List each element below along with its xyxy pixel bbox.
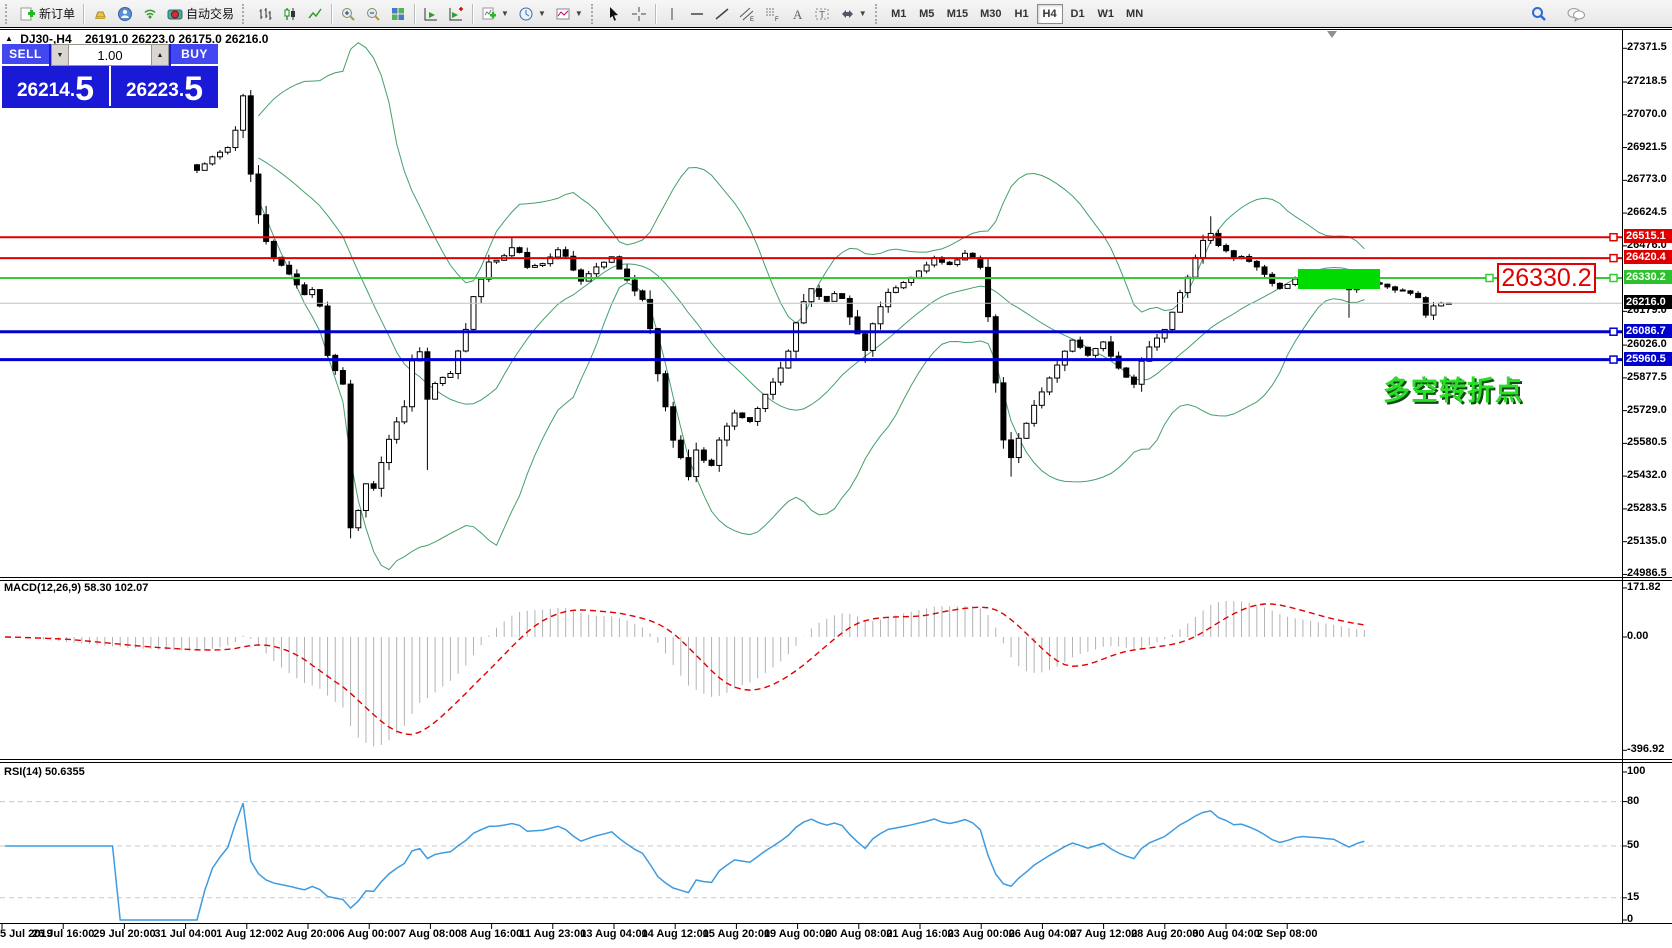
autotrade-label: 自动交易	[186, 7, 235, 21]
candle-chart-icon	[282, 6, 298, 22]
auto-scroll-icon	[423, 6, 439, 22]
sell-button[interactable]: SELL	[2, 44, 49, 66]
horizontal-line-button[interactable]	[685, 2, 709, 26]
vertical-line-icon	[664, 6, 680, 22]
chevron-down-icon: ▼	[537, 9, 546, 18]
volume-stepper: ▼ 1.00 ▲	[49, 44, 171, 66]
timeframe-button-mn[interactable]: MN	[1121, 4, 1148, 24]
collapse-arrow-icon[interactable]: ▲	[5, 34, 13, 43]
chat-icon	[1566, 6, 1586, 22]
vertical-line-button[interactable]	[660, 2, 684, 26]
channel-button[interactable]: E	[735, 2, 759, 26]
autotrade-icon	[167, 6, 183, 22]
line-chart-icon	[307, 6, 323, 22]
zoom-in-icon	[340, 6, 356, 22]
auto-scroll-button[interactable]	[419, 2, 443, 26]
cursor-button[interactable]	[602, 2, 626, 26]
autotrading-button[interactable]: 自动交易	[163, 2, 238, 26]
bar-chart-icon	[257, 6, 273, 22]
text-button[interactable]: A	[785, 2, 809, 26]
arrows-icon	[839, 6, 855, 22]
cursor-icon	[606, 6, 622, 22]
text-icon: A	[789, 6, 805, 22]
bar-chart-button[interactable]	[253, 2, 277, 26]
price-annotation-box[interactable]: 26330.2	[1497, 263, 1596, 293]
chevron-down-icon: ▼	[574, 9, 583, 18]
new-order-label: 新订单	[39, 7, 76, 21]
tile-windows-icon	[390, 6, 406, 22]
chat-button[interactable]	[1562, 2, 1590, 26]
pivot-annotation-text[interactable]: 多空转折点	[1383, 369, 1523, 408]
chevron-down-icon: ▼	[858, 9, 867, 18]
signals-icon	[142, 6, 158, 22]
buy-price[interactable]: 26223. 5	[111, 66, 218, 106]
search-icon	[1530, 5, 1548, 23]
timeframe-button-m15[interactable]: M15	[942, 4, 973, 24]
volume-decrease-button[interactable]: ▼	[51, 44, 69, 66]
svg-text:T: T	[819, 10, 825, 21]
zoom-out-icon	[365, 6, 381, 22]
buy-button[interactable]: BUY	[171, 44, 218, 66]
timeframe-button-m30[interactable]: M30	[975, 4, 1006, 24]
channel-icon: E	[739, 6, 755, 22]
search-button[interactable]	[1526, 2, 1552, 26]
fibonacci-icon: F	[764, 6, 780, 22]
timeframe-toolbar: M1 M5 M15 M30 H1 H4 D1 W1 MN	[886, 3, 1148, 24]
sell-price[interactable]: 26214. 5	[2, 66, 111, 106]
one-click-trade-panel: SELL ▼ 1.00 ▲ BUY 26214. 5 26223. 5	[2, 44, 218, 108]
svg-text:A: A	[793, 7, 803, 22]
chart-shift-icon	[448, 6, 464, 22]
new-order-icon	[20, 6, 36, 22]
new-order-button[interactable]: 新订单	[16, 2, 79, 26]
svg-text:F: F	[775, 17, 779, 22]
arrows-button[interactable]: ▼	[835, 2, 871, 26]
line-chart-button[interactable]	[303, 2, 327, 26]
volume-increase-button[interactable]: ▲	[151, 44, 169, 66]
timeframe-button-m1[interactable]: M1	[886, 4, 912, 24]
toolbar-grip[interactable]	[5, 3, 12, 24]
crosshair-icon	[631, 6, 647, 22]
new-chart-button[interactable]: ▼	[477, 2, 513, 26]
tile-windows-button[interactable]	[386, 2, 410, 26]
templates-icon	[555, 6, 571, 22]
chevron-down-icon: ▼	[501, 9, 509, 18]
new-chart-icon	[481, 6, 497, 22]
community-button[interactable]	[113, 2, 137, 26]
timeframe-button-h1[interactable]: H1	[1009, 4, 1035, 24]
chart-shift-button[interactable]	[444, 2, 468, 26]
svg-text:E: E	[750, 17, 754, 22]
zoom-out-button[interactable]	[361, 2, 385, 26]
zoom-in-button[interactable]	[336, 2, 360, 26]
crosshair-button[interactable]	[627, 2, 651, 26]
timeframe-button-w1[interactable]: W1	[1093, 4, 1120, 24]
label-icon: T	[814, 6, 830, 22]
gold-button[interactable]	[88, 2, 112, 26]
volume-input[interactable]: 1.00	[69, 44, 151, 66]
mt4-window: 新订单 自动交易 ▼ ▼ ▼ E F A T ▼ M1 M5 M15 M30 H…	[0, 0, 1672, 948]
periods-clock-icon	[518, 6, 534, 22]
timeframe-button-m5[interactable]: M5	[914, 4, 940, 24]
macd-label: MACD(12,26,9) 58.30 102.07	[4, 582, 149, 594]
horizontal-line-icon	[689, 6, 705, 22]
fibonacci-button[interactable]: F	[760, 2, 784, 26]
price-chart[interactable]	[0, 29, 1672, 948]
periods-button[interactable]: ▼	[514, 2, 550, 26]
gold-icon	[92, 6, 108, 22]
label-button[interactable]: T	[810, 2, 834, 26]
rsi-label: RSI(14) 50.6355	[4, 766, 85, 778]
trendline-icon	[714, 6, 730, 22]
toolbar: 新订单 自动交易 ▼ ▼ ▼ E F A T ▼ M1 M5 M15 M30 H…	[0, 0, 1672, 28]
templates-button[interactable]: ▼	[551, 2, 587, 26]
timeframe-button-h4[interactable]: H4	[1036, 3, 1063, 24]
chart-window: 27371.5 27218.5 27070.0 26921.5 26773.0 26624…	[0, 29, 1672, 948]
candle-chart-button[interactable]	[278, 2, 302, 26]
signals-button[interactable]	[138, 2, 162, 26]
timeframe-button-d1[interactable]: D1	[1065, 4, 1091, 24]
trendline-button[interactable]	[710, 2, 734, 26]
community-icon	[117, 6, 133, 22]
